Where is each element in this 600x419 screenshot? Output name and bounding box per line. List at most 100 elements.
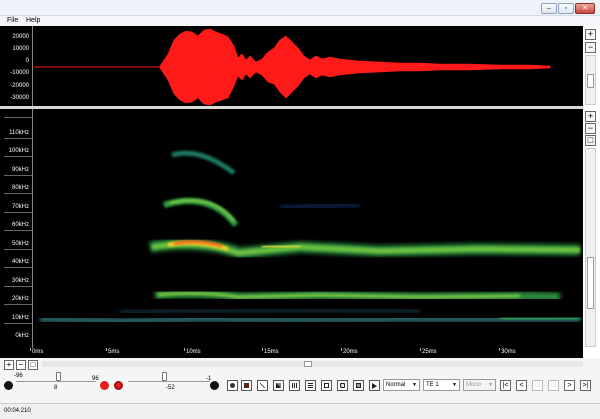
slider1-value: 8: [54, 385, 58, 391]
chevron-down-icon: ▼: [412, 382, 417, 388]
close-button[interactable]: ✕: [575, 3, 595, 14]
maximize-button[interactable]: ▫: [558, 3, 574, 14]
stop-icon: □: [535, 382, 540, 389]
waveform-scrollbar[interactable]: [585, 55, 596, 105]
grid-icon: [292, 383, 297, 388]
skip-forward-icon: >|: [582, 382, 589, 389]
slider1-track[interactable]: [16, 381, 96, 382]
slider2-thumb[interactable]: [162, 372, 167, 381]
next-button[interactable]: >: [564, 380, 575, 391]
te-select-value: TE 1: [426, 382, 439, 388]
time-tick: [106, 348, 107, 351]
time-label: 0ms: [32, 349, 44, 355]
spectrogram-scrollbar[interactable]: [585, 148, 596, 347]
menu-help[interactable]: Help: [26, 16, 40, 26]
spectrogram-plot: [39, 150, 581, 325]
cursor-tool-button[interactable]: [227, 380, 238, 391]
camera-tool-button[interactable]: [337, 380, 348, 391]
band-50khz-spot: [261, 244, 301, 249]
time-label: 15ms: [264, 349, 279, 355]
select-tool-button[interactable]: [241, 380, 252, 391]
camera-icon: [340, 383, 345, 388]
band-10khz-right: [499, 315, 581, 322]
waveform-zoom-in-button[interactable]: +: [585, 29, 596, 40]
zoom-tool-button[interactable]: [257, 380, 268, 391]
time-tick: [341, 348, 342, 351]
slider1-min-label: -96: [14, 373, 23, 379]
box-tool-button[interactable]: [321, 380, 332, 391]
title-bar: – ▫ ✕: [0, 0, 600, 16]
waveform-panel[interactable]: 20000 10000 0 -10000 -20000 -30000: [0, 26, 583, 106]
status-time: 00:04.210: [4, 408, 31, 414]
time-label: 20ms: [343, 349, 358, 355]
time-scrollbar-thumb[interactable]: [304, 361, 312, 367]
stop-button: □: [532, 380, 543, 391]
waveform-zoom-out-button[interactable]: −: [585, 42, 596, 53]
spectrogram-fit-button[interactable]: □: [585, 135, 596, 146]
zoom-icon: [260, 383, 265, 388]
time-label: 5ms: [108, 349, 120, 355]
red-ring-icon[interactable]: [114, 381, 123, 390]
red-marker-icon[interactable]: [100, 381, 109, 390]
channel-select: Mono ▼: [463, 379, 496, 391]
cursor-icon: [230, 383, 235, 388]
time-fit-button[interactable]: □: [28, 360, 38, 370]
pause-button: □: [548, 380, 559, 391]
export-tool-button[interactable]: [353, 380, 364, 391]
chevron-down-icon: ▼: [488, 382, 493, 388]
list-icon: [308, 383, 313, 388]
time-tick: [262, 348, 263, 351]
time-tick: [184, 348, 185, 351]
list-tool-button[interactable]: [305, 380, 316, 391]
play-tool-button[interactable]: [369, 380, 380, 391]
skip-back-icon: |<: [502, 382, 509, 389]
waveform-scrollbar-thumb[interactable]: [587, 74, 594, 88]
time-tick: [499, 348, 500, 351]
menu-bar: File Help: [0, 16, 600, 26]
spectrogram-zoom-in-button[interactable]: +: [585, 111, 596, 122]
spectrogram-zoom-out-button[interactable]: −: [585, 123, 596, 134]
time-zoom-in-button[interactable]: +: [4, 360, 14, 370]
slider2-value: -52: [166, 385, 175, 391]
color-marker-icon[interactable]: [210, 381, 219, 390]
prev-button[interactable]: <: [516, 380, 527, 391]
time-label: 30ms: [501, 349, 516, 355]
slider2-track[interactable]: [128, 381, 210, 382]
mode-select[interactable]: Normal ▼: [383, 379, 420, 391]
box-icon: [324, 383, 329, 388]
grid-tool-button[interactable]: [289, 380, 300, 391]
prev-icon: <: [519, 382, 524, 389]
last-button[interactable]: >|: [580, 380, 591, 391]
time-tick: [30, 348, 31, 351]
waveform-envelope: [159, 28, 551, 106]
next-icon: >: [567, 382, 572, 389]
noise-15khz: [119, 308, 421, 314]
mode-select-value: Normal: [386, 382, 406, 388]
export-icon: [356, 383, 361, 388]
time-zoom-out-button[interactable]: −: [16, 360, 26, 370]
noise-70khz: [279, 203, 361, 209]
channel-select-value: Mono: [466, 382, 482, 388]
time-label: 25ms: [422, 349, 437, 355]
spectrogram-panel[interactable]: 110kHz 100kHz 90kHz 80kHz 70kHz 60kHz 50…: [0, 109, 583, 348]
harmonic-100khz: [171, 150, 236, 175]
first-button[interactable]: |<: [500, 380, 511, 391]
minimize-button[interactable]: –: [541, 3, 557, 14]
status-bar: 00:04.210: [0, 403, 600, 419]
slider1-max-label: 96: [92, 376, 99, 382]
pause-icon: □: [551, 382, 556, 389]
menu-file[interactable]: File: [7, 16, 18, 26]
time-scrollbar[interactable]: [42, 361, 583, 367]
time-axis: 0ms 5ms 10ms 15ms 20ms 25ms 30ms: [0, 348, 583, 358]
spectrogram-scrollbar-thumb[interactable]: [587, 257, 594, 309]
time-tick: [420, 348, 421, 351]
select-icon: [244, 383, 249, 388]
band-10khz: [39, 315, 580, 325]
waveform-plot: [34, 28, 551, 106]
te-select[interactable]: TE 1 ▼: [423, 379, 460, 391]
slider1-thumb[interactable]: [56, 372, 61, 381]
fill-tool-button[interactable]: [273, 380, 284, 391]
time-label: 10ms: [186, 349, 201, 355]
play-icon: [372, 383, 377, 389]
record-icon[interactable]: [4, 381, 13, 390]
